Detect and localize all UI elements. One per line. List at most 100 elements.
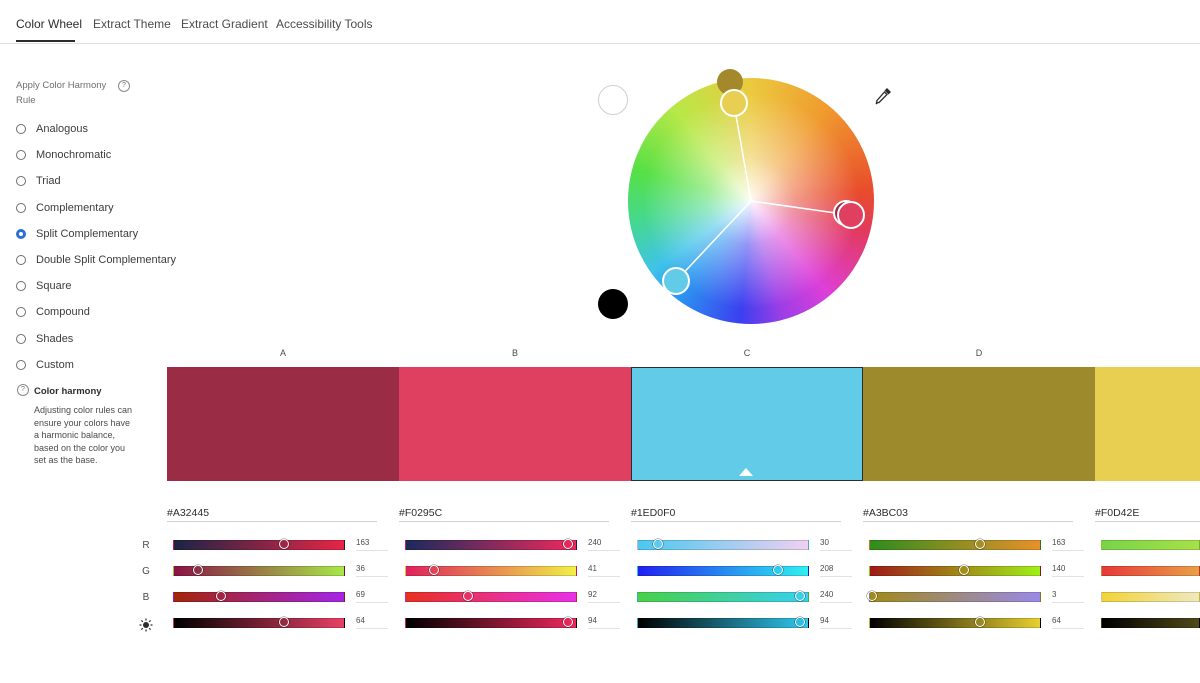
green-value-c[interactable]: 208 [820,564,852,577]
brightness-slider-a[interactable] [173,617,345,628]
slider-thumb[interactable] [975,617,986,627]
red-value-a[interactable]: 163 [356,538,388,551]
brightness-slider-b[interactable] [405,617,577,628]
white-swatch[interactable] [598,85,628,115]
slider-thumb[interactable] [562,539,573,549]
brightness-slider-c[interactable] [637,617,809,628]
green-slider-e[interactable] [1101,566,1200,576]
green-slider-c[interactable] [637,565,809,576]
brightness-value-b[interactable]: 94 [588,616,620,629]
slider-thumb[interactable] [867,591,878,601]
radio-button[interactable] [16,202,26,213]
swatch-e[interactable] [1095,367,1200,481]
radio-button[interactable] [16,333,26,344]
slider-thumb[interactable] [974,539,985,549]
help-icon[interactable]: ? [118,80,130,92]
radio-label: Square [36,280,72,293]
slider-thumb[interactable] [279,617,290,627]
green-slider-b[interactable] [405,565,577,576]
radio-button[interactable] [16,255,26,265]
eyedropper-icon[interactable] [873,86,893,106]
color-harmony-description: Adjusting color rules can ensure your co… [34,405,133,465]
green-value-b[interactable]: 41 [588,564,620,577]
radio-button[interactable] [16,176,26,187]
slider-thumb[interactable] [278,539,289,549]
tab-color-wheel[interactable]: Color Wheel [16,17,82,31]
radio-button[interactable] [16,307,26,318]
hex-input-b[interactable] [399,505,609,522]
harmony-rule-monochromatic[interactable]: Monochromatic [16,147,111,163]
harmony-rule-split-complementary[interactable]: Split Complementary [16,226,138,242]
blue-value-c[interactable]: 240 [820,590,852,603]
blue-value-a[interactable]: 69 [356,590,388,603]
wheel-handle-e[interactable] [720,89,748,117]
blue-slider-c[interactable] [637,591,809,602]
radio-button[interactable] [16,281,26,292]
harmony-rule-compound[interactable]: Compound [16,304,90,320]
slider-thumb[interactable] [794,591,805,601]
swatch-d[interactable] [863,367,1095,481]
green-value-a[interactable]: 36 [356,564,388,577]
harmony-rule-square[interactable]: Square [16,278,71,294]
red-slider-b[interactable] [405,539,577,550]
tab-extract-gradient[interactable]: Extract Gradient [181,17,268,31]
brightness-value-c[interactable]: 94 [820,616,852,629]
green-slider-a[interactable] [173,565,345,576]
red-slider-c[interactable] [637,539,809,550]
swatch-c[interactable] [631,367,863,481]
radio-button[interactable] [16,228,26,239]
blue-value-b[interactable]: 92 [588,590,620,603]
brightness-value-a[interactable]: 64 [356,616,388,629]
blue-value-d[interactable]: 3 [1052,590,1084,603]
wheel-handle-c-base[interactable] [662,267,690,295]
swatch-label-d: D [975,348,983,358]
red-value-d[interactable]: 163 [1052,538,1084,551]
slider-thumb[interactable] [428,565,439,575]
brightness-value-d[interactable]: 64 [1052,616,1084,629]
red-slider-e[interactable] [1101,540,1200,550]
red-value-c[interactable]: 30 [820,538,852,551]
radio-button[interactable] [16,359,26,370]
red-slider-d[interactable] [869,539,1041,550]
tab-accessibility-tools[interactable]: Accessibility Tools [276,17,372,31]
slider-thumb[interactable] [215,591,226,601]
brightness-slider-e[interactable] [1101,618,1200,628]
hex-input-e[interactable] [1095,505,1200,522]
hex-input-c[interactable] [631,505,841,522]
brightness-slider-d[interactable] [869,617,1041,628]
blue-slider-a[interactable] [173,591,345,602]
harmony-rule-analogous[interactable]: Analogous [16,121,88,137]
tab-extract-theme[interactable]: Extract Theme [93,17,171,31]
slider-thumb[interactable] [193,565,204,575]
hex-input-a[interactable] [167,505,377,522]
swatch-b[interactable] [399,367,631,481]
harmony-rule-custom[interactable]: Custom [16,357,74,373]
base-color-marker-icon [739,468,753,476]
slider-thumb[interactable] [773,565,784,575]
blue-slider-b[interactable] [405,591,577,602]
green-value-d[interactable]: 140 [1052,564,1084,577]
harmony-rule-double-split-complementary[interactable]: Double Split Complementary [16,252,176,268]
red-value-b[interactable]: 240 [588,538,620,551]
slider-thumb[interactable] [653,539,664,549]
slider-thumb[interactable] [562,617,573,627]
radio-button[interactable] [16,150,26,161]
wheel-handle-b[interactable] [837,201,865,229]
green-slider-d[interactable] [869,565,1041,576]
blue-slider-d[interactable] [867,591,1041,602]
slider-thumb[interactable] [463,591,474,601]
radio-button[interactable] [16,124,26,134]
harmony-rule-complementary[interactable]: Complementary [16,200,114,216]
harmony-rule-triad[interactable]: Triad [16,173,61,189]
black-swatch[interactable] [598,289,628,319]
radio-label: Triad [36,175,61,188]
slider-thumb[interactable] [959,565,970,575]
red-slider-a[interactable] [173,539,345,550]
harmony-rule-shades[interactable]: Shades [16,331,73,347]
hex-input-d[interactable] [863,505,1073,522]
blue-slider-e[interactable] [1101,592,1200,602]
radio-label: Monochromatic [36,149,112,162]
radio-label: Custom [36,358,74,371]
swatch-a[interactable] [167,367,399,481]
slider-thumb[interactable] [794,617,805,627]
